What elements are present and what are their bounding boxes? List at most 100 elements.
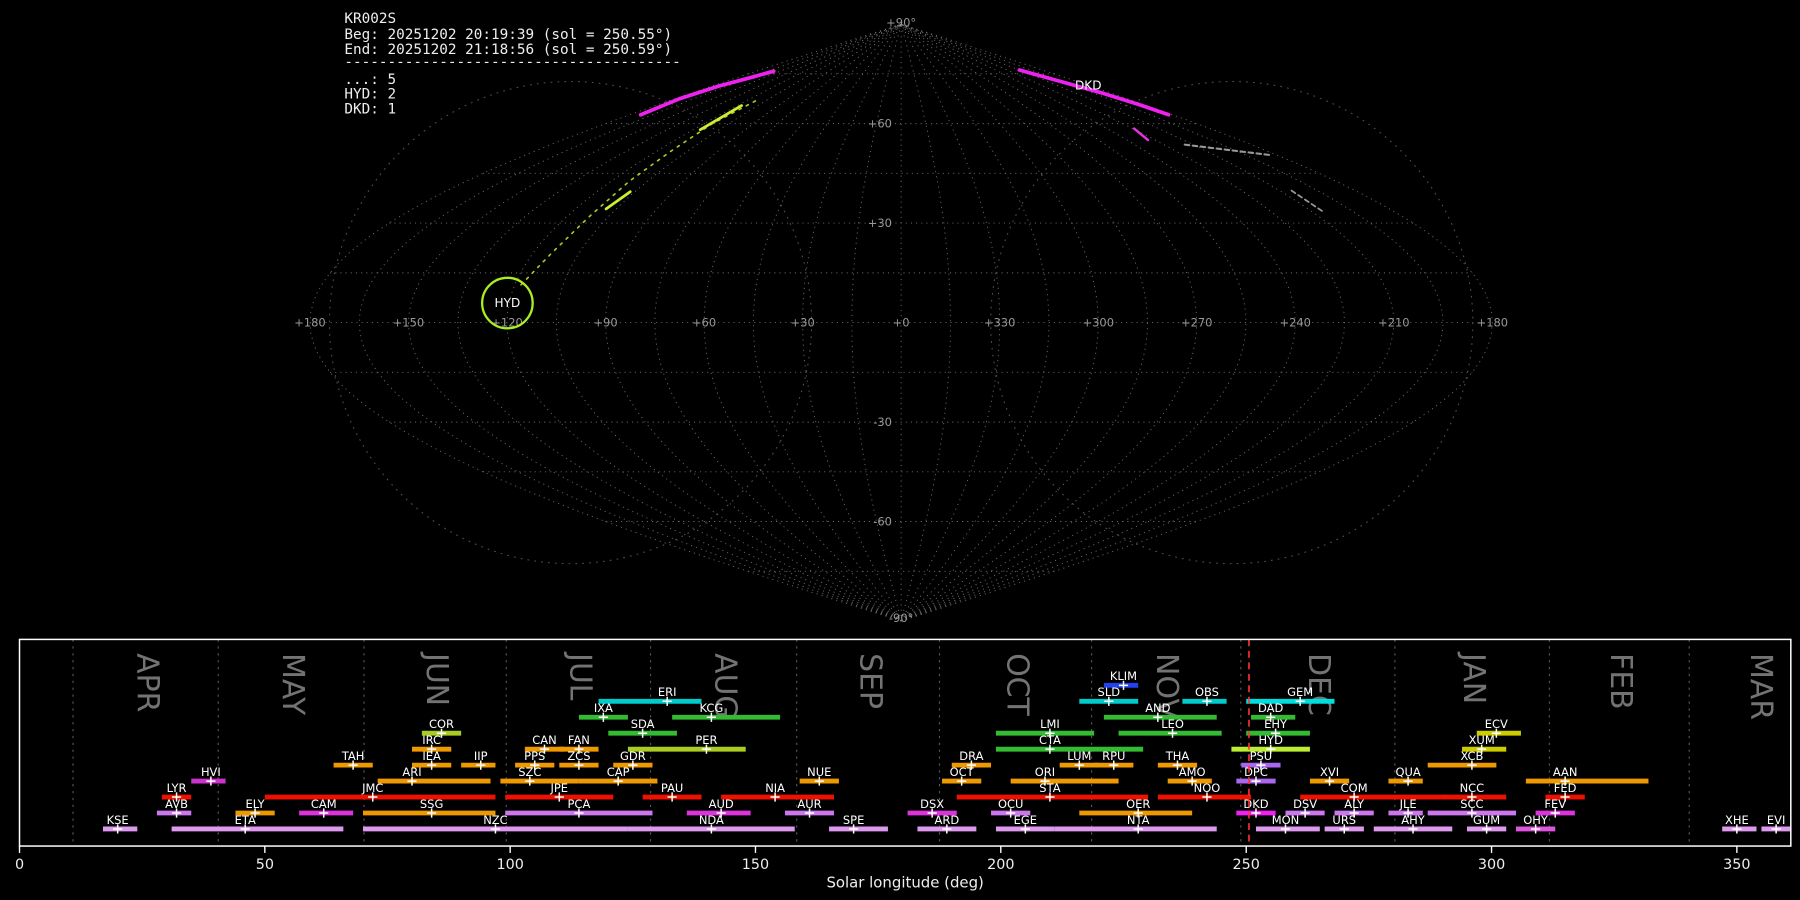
lon-label: +180: [294, 316, 326, 330]
shower-label-AVB: AVB: [165, 797, 188, 811]
shower-label-AUD: AUD: [709, 797, 734, 811]
shower-label-RPU: RPU: [1102, 749, 1125, 763]
shower-label-PSU: PSU: [1250, 749, 1273, 763]
shower-label-LMI: LMI: [1040, 717, 1060, 731]
activity-timeline: APR MAY JUN JUL AUG SEP OCT NOV DEC JAN FEB MAR KLI…: [15, 638, 1792, 891]
shower-label-ALY: ALY: [1344, 797, 1365, 811]
shower-label-COM: COM: [1341, 781, 1368, 795]
shower-label-ERI: ERI: [658, 685, 677, 699]
shower-label-OCT: OCT: [950, 765, 975, 779]
shower-label-JPE: JPE: [550, 781, 569, 795]
info-block: KR002S Beg: 20251202 20:19:39 (sol = 250…: [344, 11, 680, 118]
shower-label-CAM: CAM: [311, 797, 337, 811]
lon-label: +300: [1083, 316, 1115, 330]
x-tick-label: 0: [15, 857, 24, 873]
x-tick-label: 200: [987, 857, 1014, 873]
month-label: OCT: [1000, 653, 1035, 716]
shower-label-EHY: EHY: [1264, 717, 1288, 731]
separator-line: ---------------------------------------: [344, 55, 680, 71]
shower-label-AAN: AAN: [1553, 765, 1578, 779]
shower-label-GUM: GUM: [1473, 813, 1500, 827]
shower-label-CAP: CAP: [607, 765, 630, 779]
shower-label-PER: PER: [695, 733, 717, 747]
sporadic-trail-1: [1183, 143, 1271, 157]
shower-label-JMC: JMC: [361, 781, 383, 795]
shower-label-SZC: SZC: [518, 765, 541, 779]
shower-label-SCC: SCC: [1460, 797, 1483, 811]
shower-label-IEA: IEA: [422, 749, 441, 763]
radiant-map-screen: +180 +150 +120 +90 +60 +30 +0 +330 +300 +270 +240 +…: [0, 0, 1800, 900]
shower-label-LEO: LEO: [1161, 717, 1184, 731]
timeline-bars: KLIM ERI SLD OBS GEM IXA KCG AND DAD COR SDA LMI LEO…: [102, 669, 1791, 834]
shower-label-ELY: ELY: [246, 797, 266, 811]
shower-label-AND: AND: [1145, 701, 1170, 715]
shower-label-NDA: NDA: [699, 813, 724, 827]
x-tick-label: 300: [1478, 857, 1505, 873]
shower-label-NTA: NTA: [1127, 813, 1150, 827]
shower-label-FEV: FEV: [1544, 797, 1566, 811]
shower-label-ORI: ORI: [1035, 765, 1055, 779]
shower-label-AHY: AHY: [1401, 813, 1425, 827]
shower-label-DSX: DSX: [920, 797, 944, 811]
shower-label-URS: URS: [1332, 813, 1356, 827]
count-sporadic: ...: 5: [344, 72, 396, 88]
lon-label: +60: [692, 316, 716, 330]
map-meridian: [605, 23, 902, 622]
lat-label: +60: [868, 117, 892, 131]
dkd-fragment: [1132, 127, 1150, 142]
shower-label-ARI: ARI: [402, 765, 421, 779]
shower-label-SLD: SLD: [1098, 685, 1121, 699]
hyd-radiant-label: HYD: [495, 296, 521, 310]
shower-label-GEM: GEM: [1287, 685, 1313, 699]
shower-label-PCA: PCA: [568, 797, 591, 811]
shower-label-FAN: FAN: [568, 733, 590, 747]
shower-label-XCB: XCB: [1460, 749, 1483, 763]
hyd-great-circle: [519, 100, 757, 287]
lat-label: +30: [868, 216, 892, 230]
shower-label-DKD: DKD: [1243, 797, 1268, 811]
shower-label-THA: THA: [1165, 749, 1190, 763]
shower-label-COR: COR: [429, 717, 454, 731]
hyd-meteor-1: [698, 104, 743, 132]
month-label: SEP: [852, 653, 887, 709]
month-label: MAY: [275, 653, 310, 716]
shower-label-ETA: ETA: [235, 813, 256, 827]
shower-label-QUA: QUA: [1395, 765, 1420, 779]
shower-label-DPC: DPC: [1244, 765, 1268, 779]
month-label: JAN: [1456, 651, 1491, 704]
lon-label: +210: [1378, 316, 1409, 330]
shower-label-CTA: CTA: [1039, 733, 1061, 747]
shower-label-EVI: EVI: [1767, 813, 1785, 827]
map-meridian: [900, 23, 1050, 622]
map-axis-labels: +180 +150 +120 +90 +60 +30 +0 +330 +300 +270 +240 +…: [294, 15, 1508, 625]
shower-label-NUE: NUE: [807, 765, 831, 779]
month-label: JUL: [562, 651, 597, 701]
shower-label-SPE: SPE: [843, 813, 864, 827]
lon-label: +0: [893, 316, 910, 330]
lat-label: +90°: [886, 15, 916, 29]
shower-label-KCG: KCG: [699, 701, 723, 715]
map-meridian: [900, 23, 1346, 622]
shower-label-ARD: ARD: [935, 813, 960, 827]
shower-label-HVI: HVI: [201, 765, 221, 779]
x-axis-title: Solar longitude (deg): [826, 873, 983, 891]
shower-label-NCC: NCC: [1460, 781, 1485, 795]
x-tick-label: 50: [256, 857, 274, 873]
shower-label-LYR: LYR: [167, 781, 187, 795]
shower-label-OER: OER: [1126, 797, 1150, 811]
shower-label-CAN: CAN: [532, 733, 556, 747]
shower-label-LUM: LUM: [1067, 749, 1091, 763]
shower-label-EGE: EGE: [1014, 813, 1037, 827]
x-tick-label: 250: [1233, 857, 1260, 873]
shower-label-TAH: TAH: [341, 749, 365, 763]
dkd-radiant-label: DKD: [1075, 79, 1101, 93]
map-trails: [519, 68, 1324, 287]
lat-label: -90°: [889, 611, 913, 625]
map-radiants: HYD DKD: [480, 79, 1101, 330]
lat-label: -30: [873, 415, 892, 429]
shower-label-KSE: KSE: [107, 813, 129, 827]
x-tick-label: 150: [742, 857, 769, 873]
shower-label-AMO: AMO: [1179, 765, 1206, 779]
x-tick-label: 100: [496, 857, 523, 873]
shower-label-DSV: DSV: [1293, 797, 1317, 811]
